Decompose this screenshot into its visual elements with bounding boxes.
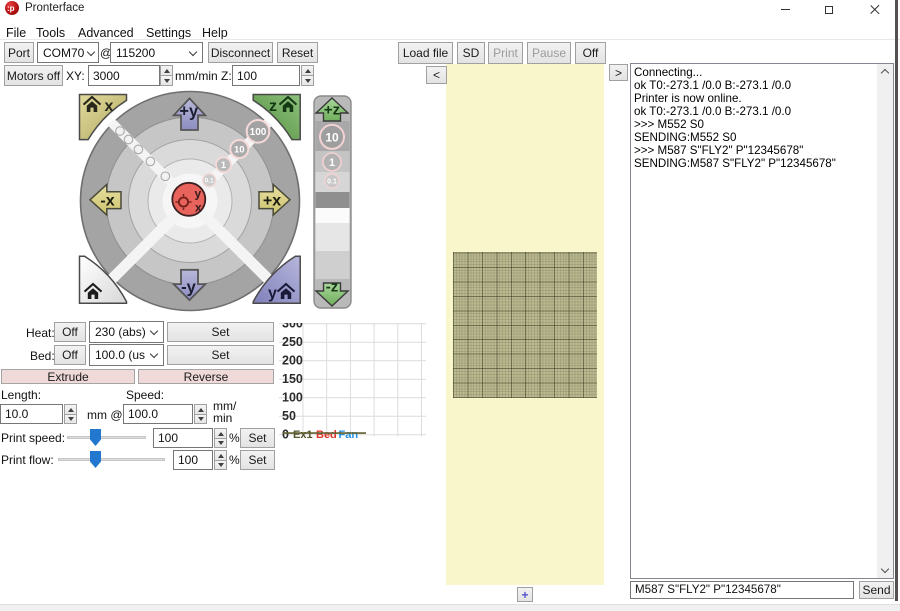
svg-text:-x: -x [100,193,114,210]
svg-text:+y: +y [179,103,199,121]
svg-text:z: z [269,98,277,115]
svg-text:150: 150 [282,372,303,386]
svg-text:300: 300 [282,323,303,331]
svg-text:x: x [195,201,202,215]
svg-text:Fan: Fan [339,429,359,441]
svg-text:1: 1 [221,160,226,170]
svg-text:y: y [195,187,202,201]
svg-text:10: 10 [325,130,339,144]
svg-text:+z: +z [324,102,340,119]
svg-text:Bed: Bed [316,429,337,441]
svg-text:200: 200 [282,353,303,367]
svg-text:100: 100 [282,390,303,404]
svg-text:0.1: 0.1 [205,178,214,185]
svg-text:0.1: 0.1 [327,179,337,186]
svg-text:-z: -z [326,279,339,296]
svg-text:250: 250 [282,335,303,349]
svg-text:10: 10 [234,145,245,156]
svg-text:0: 0 [282,427,289,441]
svg-text:Ex1: Ex1 [293,429,313,441]
svg-text:+x: +x [263,193,281,210]
svg-text:1: 1 [329,157,335,169]
svg-text:-y: -y [181,279,196,297]
svg-text:100: 100 [250,127,267,138]
svg-text:x: x [105,98,114,115]
svg-text:y: y [268,285,277,302]
svg-text:50: 50 [282,409,296,423]
